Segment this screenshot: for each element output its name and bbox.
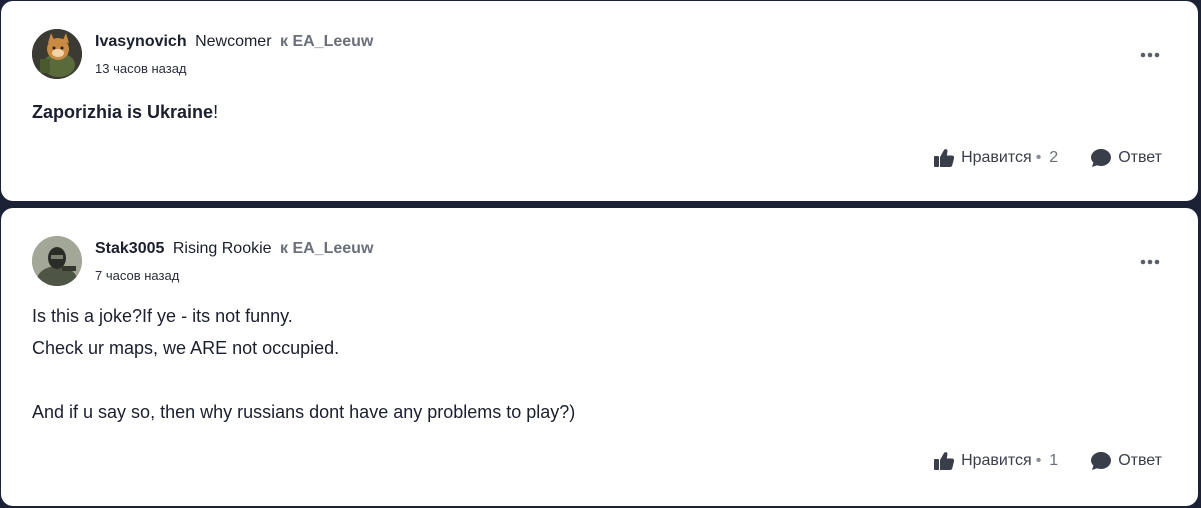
body-line: Is this a joke?If ye - its not funny. <box>32 306 293 326</box>
reply-label: Ответ <box>1118 452 1162 469</box>
timestamp: 13 часов назад <box>95 61 187 76</box>
comment-header: Ivasynovich Newcomer к EA_Leeuw <box>95 32 373 52</box>
comment-body: Is this a joke?If ye - its not funny. Ch… <box>32 300 575 428</box>
speech-bubble-icon <box>1091 452 1112 470</box>
body-line: Check ur maps, we ARE not occupied. <box>32 338 340 358</box>
avatar[interactable] <box>32 236 82 286</box>
reply-to-link[interactable]: к EA_Leeuw <box>280 33 373 50</box>
like-separator: • <box>1035 149 1042 166</box>
more-options-button[interactable] <box>1138 45 1162 65</box>
more-horizontal-icon <box>1140 259 1160 265</box>
avatar-image <box>32 29 82 79</box>
speech-bubble-icon <box>1091 149 1112 167</box>
avatar[interactable] <box>32 29 82 79</box>
body-line: Zaporizhia is Ukraine! <box>32 97 218 128</box>
body-line-empty <box>32 364 575 396</box>
thumbs-up-icon <box>934 452 955 470</box>
more-options-button[interactable] <box>1138 252 1162 272</box>
timestamp: 7 часов назад <box>95 268 180 283</box>
body-text: ! <box>213 102 219 122</box>
user-rank: Newcomer <box>195 33 272 50</box>
username-link[interactable]: Ivasynovich <box>95 33 187 50</box>
like-label: Нравится <box>961 452 1032 469</box>
like-button[interactable]: Нравится • 1 <box>933 451 1058 471</box>
thumbs-up-icon <box>934 149 955 167</box>
avatar-image <box>32 236 82 286</box>
comment-body: Zaporizhia is Ukraine! <box>32 97 218 128</box>
user-rank: Rising Rookie <box>172 240 272 257</box>
reply-button[interactable]: Ответ <box>1090 148 1162 168</box>
like-count: 1 <box>1049 452 1059 469</box>
like-button[interactable]: Нравится • 2 <box>933 148 1058 168</box>
like-label: Нравится <box>961 149 1032 166</box>
comment-actions: Нравится • 2 Ответ <box>933 148 1162 168</box>
comment-card: Ivasynovich Newcomer к EA_Leeuw 13 часов… <box>1 1 1198 201</box>
comment-header: Stak3005 Rising Rookie к EA_Leeuw <box>95 239 373 259</box>
comment-card: Stak3005 Rising Rookie к EA_Leeuw 7 часо… <box>1 208 1198 506</box>
username-link[interactable]: Stak3005 <box>95 240 164 257</box>
body-line: And if u say so, then why russians dont … <box>32 402 576 422</box>
body-bold-text: Zaporizhia is Ukraine <box>32 102 214 122</box>
reply-button[interactable]: Ответ <box>1090 451 1162 471</box>
like-count: 2 <box>1049 149 1059 166</box>
comment-actions: Нравится • 1 Ответ <box>933 451 1162 471</box>
reply-to-link[interactable]: к EA_Leeuw <box>280 240 373 257</box>
like-separator: • <box>1035 452 1042 469</box>
reply-label: Ответ <box>1118 149 1162 166</box>
more-horizontal-icon <box>1140 52 1160 58</box>
